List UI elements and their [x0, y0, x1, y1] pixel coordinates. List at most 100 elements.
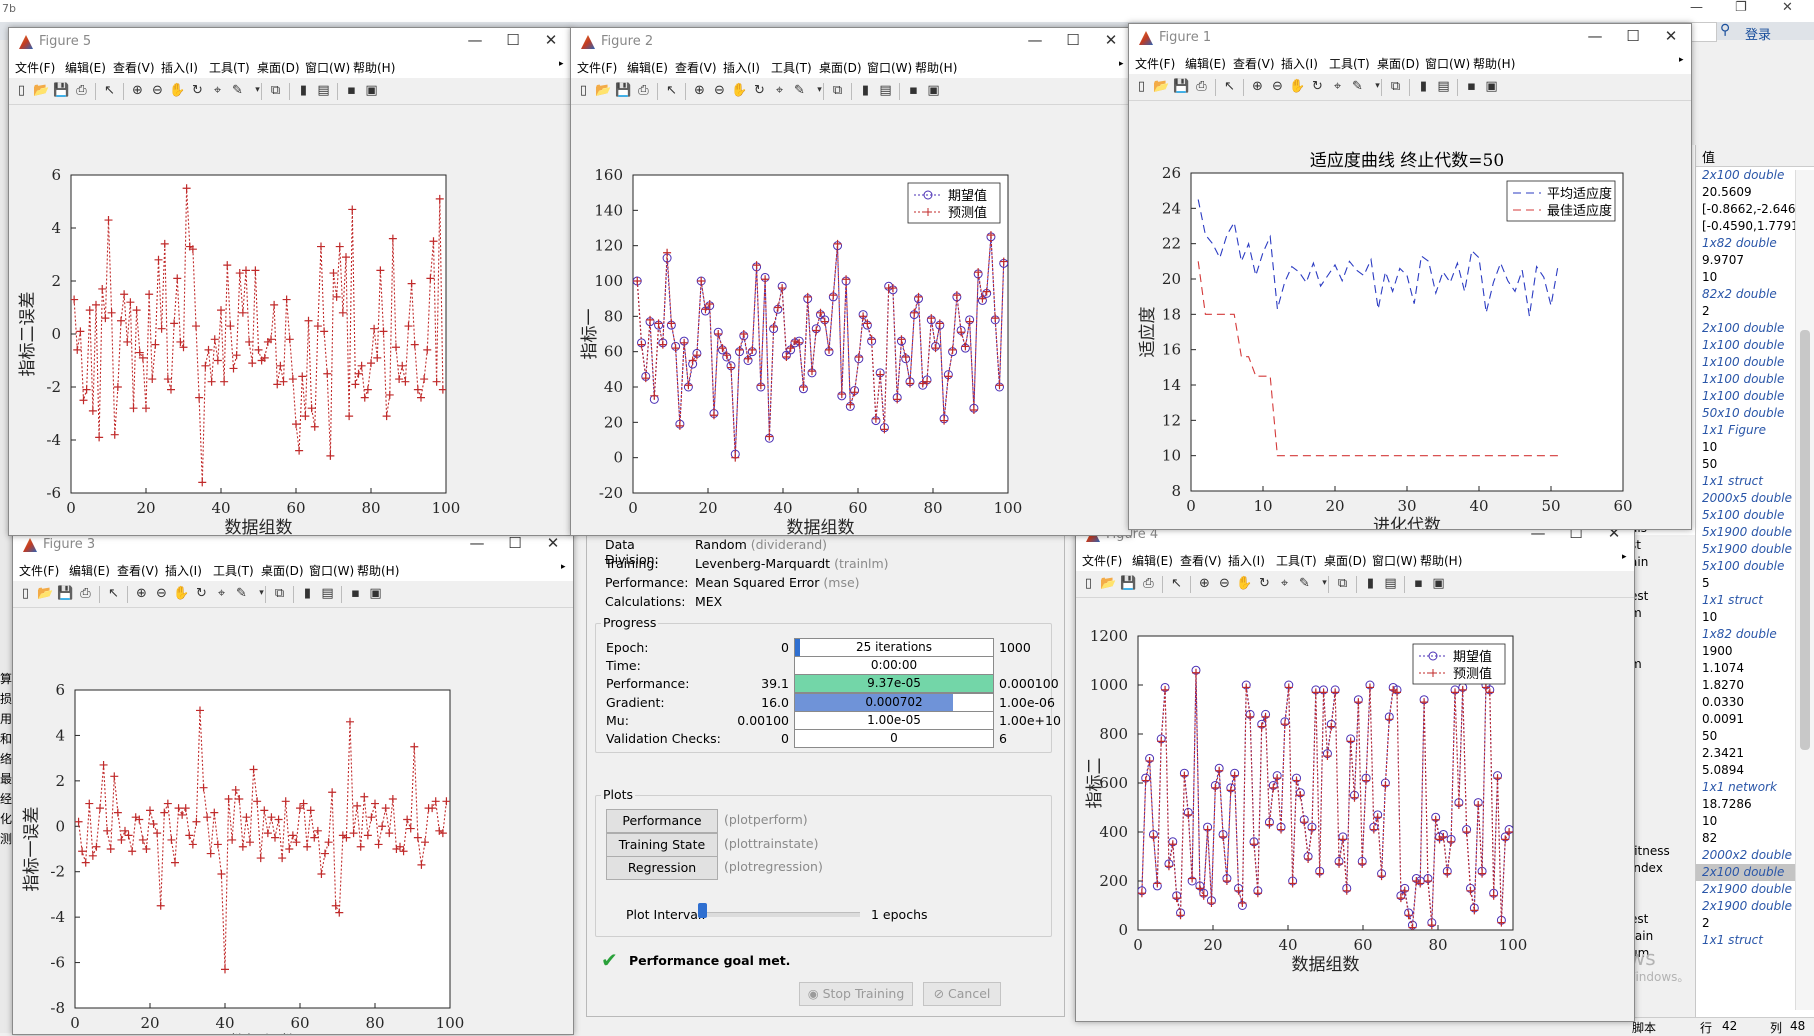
- menu-item[interactable]: 帮助(H): [1473, 55, 1515, 72]
- rotate-icon[interactable]: ↻: [189, 82, 206, 99]
- axes-box[interactable]: [70, 174, 447, 494]
- save-icon[interactable]: 💾: [1120, 575, 1137, 592]
- close-icon[interactable]: ✕: [1659, 27, 1683, 45]
- colorbar-icon[interactable]: ▮: [299, 585, 316, 602]
- menu-item[interactable]: 桌面(D): [1324, 552, 1367, 569]
- legend[interactable]: 平均适应度最佳适应度: [1506, 180, 1616, 222]
- menu-item[interactable]: 桌面(D): [261, 562, 304, 579]
- cancel-button[interactable]: ⊘ Cancel: [923, 982, 1001, 1006]
- menu-item[interactable]: 查看(V): [675, 59, 717, 76]
- print-icon[interactable]: ⎙: [635, 82, 652, 99]
- plot-plotregression-button[interactable]: Regression: [606, 856, 718, 880]
- show-plot-tools-icon[interactable]: ▣: [1430, 575, 1447, 592]
- colorbar-icon[interactable]: ▮: [857, 82, 874, 99]
- link-plot-icon[interactable]: ⧉: [829, 82, 846, 99]
- maximize-icon[interactable]: ☐: [503, 534, 527, 552]
- menu-item[interactable]: 工具(T): [1276, 552, 1317, 569]
- close-icon[interactable]: ✕: [539, 31, 563, 49]
- menu-item[interactable]: 查看(V): [113, 59, 155, 76]
- open-folder-icon[interactable]: 📂: [1100, 575, 1117, 592]
- print-icon[interactable]: ⎙: [1193, 78, 1210, 95]
- new-file-icon[interactable]: ▯: [1133, 78, 1150, 95]
- brush-dropdown-icon[interactable]: ▾: [249, 82, 266, 99]
- hide-plot-tools-icon[interactable]: ▪: [905, 82, 922, 99]
- menu-item[interactable]: 编辑(E): [69, 562, 110, 579]
- pan-icon[interactable]: ✋: [731, 82, 748, 99]
- workspace-name-fragment[interactable]: [1630, 622, 1695, 639]
- pan-icon[interactable]: ✋: [1289, 78, 1306, 95]
- open-folder-icon[interactable]: 📂: [37, 585, 54, 602]
- pointer-icon[interactable]: ↖: [1168, 575, 1185, 592]
- legend-icon[interactable]: ▤: [319, 585, 336, 602]
- legend-icon[interactable]: ▤: [315, 82, 332, 99]
- minimize-icon[interactable]: —: [463, 31, 487, 49]
- brush-icon[interactable]: ✎: [233, 585, 250, 602]
- menu-item[interactable]: 工具(T): [771, 59, 812, 76]
- menu-item[interactable]: 文件(F): [19, 562, 59, 579]
- pan-icon[interactable]: ✋: [173, 585, 190, 602]
- menu-item[interactable]: 帮助(H): [353, 59, 395, 76]
- minimize-icon[interactable]: —: [1690, 0, 1703, 15]
- menu-item[interactable]: 插入(I): [161, 59, 198, 76]
- brush-icon[interactable]: ✎: [1296, 575, 1313, 592]
- menu-item[interactable]: 窗口(W): [1372, 552, 1417, 569]
- zoom-in-icon[interactable]: ⊕: [129, 82, 146, 99]
- menu-item[interactable]: 编辑(E): [627, 59, 668, 76]
- pan-icon[interactable]: ✋: [1236, 575, 1253, 592]
- menu-item[interactable]: 文件(F): [1082, 552, 1122, 569]
- save-icon[interactable]: 💾: [53, 82, 70, 99]
- zoom-in-icon[interactable]: ⊕: [133, 585, 150, 602]
- menu-item[interactable]: 文件(F): [15, 59, 55, 76]
- save-icon[interactable]: 💾: [57, 585, 74, 602]
- zoom-in-icon[interactable]: ⊕: [1249, 78, 1266, 95]
- menu-item[interactable]: 插入(I): [723, 59, 760, 76]
- menu-item[interactable]: 帮助(H): [1420, 552, 1462, 569]
- data-cursor-icon[interactable]: ⌖: [1329, 78, 1346, 95]
- menu-item[interactable]: 桌面(D): [819, 59, 862, 76]
- workspace-name-fragment[interactable]: m: [1630, 656, 1695, 673]
- menu-item[interactable]: 工具(T): [1329, 55, 1370, 72]
- pan-icon[interactable]: ✋: [169, 82, 186, 99]
- workspace-scrollbar[interactable]: [1795, 170, 1814, 1010]
- colorbar-icon[interactable]: ▮: [1362, 575, 1379, 592]
- hide-plot-tools-icon[interactable]: ▪: [343, 82, 360, 99]
- hide-plot-tools-icon[interactable]: ▪: [347, 585, 364, 602]
- menu-item[interactable]: 插入(I): [165, 562, 202, 579]
- zoom-out-icon[interactable]: ⊖: [1216, 575, 1233, 592]
- menu-item[interactable]: 插入(I): [1228, 552, 1265, 569]
- stop-training-button[interactable]: ◉ Stop Training: [799, 982, 913, 1006]
- pointer-icon[interactable]: ↖: [105, 585, 122, 602]
- minimize-icon[interactable]: —: [1023, 31, 1047, 49]
- open-folder-icon[interactable]: 📂: [33, 82, 50, 99]
- new-file-icon[interactable]: ▯: [575, 82, 592, 99]
- workspace-name-fragment[interactable]: [1630, 571, 1695, 588]
- close-icon[interactable]: ✕: [541, 534, 565, 552]
- menu-arrow-icon[interactable]: ▸: [561, 562, 566, 572]
- workspace-name-fragment[interactable]: ain: [1630, 554, 1695, 571]
- plot-interval-slider[interactable]: [700, 912, 860, 917]
- menu-item[interactable]: 编辑(E): [65, 59, 106, 76]
- menu-item[interactable]: 查看(V): [1233, 55, 1275, 72]
- menu-item[interactable]: 插入(I): [1281, 55, 1318, 72]
- search-icon[interactable]: ⚲: [1720, 22, 1738, 40]
- workspace-name-fragment[interactable]: est: [1630, 911, 1695, 928]
- open-folder-icon[interactable]: 📂: [595, 82, 612, 99]
- menu-item[interactable]: 工具(T): [209, 59, 250, 76]
- colorbar-icon[interactable]: ▮: [1415, 78, 1432, 95]
- menu-item[interactable]: 文件(F): [1135, 55, 1175, 72]
- menu-item[interactable]: 编辑(E): [1132, 552, 1173, 569]
- close-icon[interactable]: ✕: [1782, 0, 1793, 15]
- workspace-name-fragment[interactable]: [1630, 724, 1695, 741]
- workspace-name-fragment[interactable]: fitness: [1630, 843, 1695, 860]
- link-plot-icon[interactable]: ⧉: [271, 585, 288, 602]
- save-icon[interactable]: 💾: [1173, 78, 1190, 95]
- zoom-out-icon[interactable]: ⊖: [711, 82, 728, 99]
- data-cursor-icon[interactable]: ⌖: [1276, 575, 1293, 592]
- brush-dropdown-icon[interactable]: ▾: [1369, 78, 1386, 95]
- open-folder-icon[interactable]: 📂: [1153, 78, 1170, 95]
- hide-plot-tools-icon[interactable]: ▪: [1463, 78, 1480, 95]
- plot-interval-slider-thumb[interactable]: [698, 903, 707, 918]
- pointer-icon[interactable]: ↖: [101, 82, 118, 99]
- zoom-out-icon[interactable]: ⊖: [1269, 78, 1286, 95]
- workspace-name-fragment[interactable]: [1630, 741, 1695, 758]
